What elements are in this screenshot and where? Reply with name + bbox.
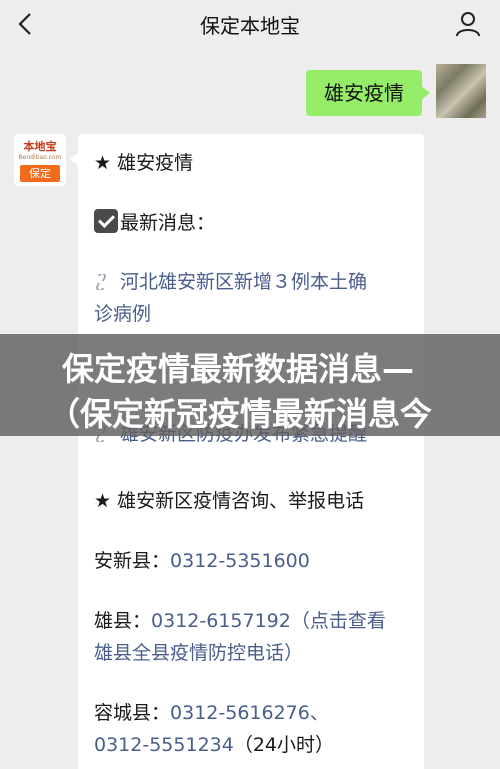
reply-card: ★ 雄安疫情 最新消息： 河北雄安新区新增３例本土确 诊病例 雄安新区防疫办发布…: [70, 134, 424, 769]
latest-news-row: 最新消息：: [94, 208, 215, 235]
sent-message-row: 雄安疫情: [6, 62, 486, 122]
phone-link[interactable]: 0312-5551234: [94, 734, 234, 756]
top-bar: 保定本地宝: [0, 0, 500, 48]
sent-message-bubble[interactable]: 雄安疫情: [306, 70, 430, 116]
contact-row-xiongxian: 雄县：0312-6157192（点击查看: [94, 606, 386, 633]
contact-label: 安新县：: [94, 550, 171, 572]
banner-title-line1: 保定疫情最新数据消息—: [62, 350, 415, 388]
phone-link[interactable]: 0312-5616276、: [170, 702, 329, 724]
link-icon: [96, 274, 106, 290]
phone-link[interactable]: 0312-6157192: [151, 610, 291, 632]
contact-label: 容城县：: [94, 702, 171, 724]
page-title: 保定本地宝: [200, 14, 300, 38]
bot-avatar[interactable]: 本地宝 Bendibao.com 保定: [14, 134, 66, 186]
reply-heading: ★ 雄安疫情: [94, 152, 194, 174]
latest-news-label: 最新消息：: [120, 212, 216, 234]
user-icon[interactable]: [454, 10, 482, 38]
title-banner: 保定疫情最新数据消息— （保定新冠疫情最新消息今: [0, 334, 500, 436]
user-avatar[interactable]: [436, 64, 486, 118]
logo-badge: 保定: [20, 165, 60, 182]
contact-note-link-line2[interactable]: 雄县全县疫情防控电话）: [94, 638, 303, 665]
news-link-1-line2: 诊病例: [94, 303, 152, 325]
contact-row-rongcheng: 容城县：0312-5616276、: [94, 698, 329, 725]
contact-row-rongcheng-2: 0312-5551234（24小时）: [94, 730, 334, 757]
contact-row-anxin: 安新县：0312-5351600: [94, 546, 310, 573]
news-link-1[interactable]: 河北雄安新区新增３例本土确 诊病例: [94, 266, 414, 330]
logo: 本地宝 Bendibao.com: [14, 134, 66, 164]
phone-link[interactable]: 0312-5351600: [170, 550, 310, 572]
checkbox-icon: [94, 209, 118, 233]
contact-note: （24小时）: [233, 734, 335, 756]
news-link-1-line1: 河北雄安新区新增３例本土确: [120, 271, 368, 293]
contact-note-link[interactable]: （点击查看: [291, 610, 386, 632]
logo-subtext: Bendibao.com: [18, 154, 62, 161]
contact-label: 雄县：: [94, 610, 152, 632]
banner-title-line2: （保定新冠疫情最新消息今: [48, 395, 433, 433]
logo-text: 本地宝: [23, 140, 57, 153]
contact-heading: ★ 雄安新区疫情咨询、举报电话: [94, 490, 365, 512]
